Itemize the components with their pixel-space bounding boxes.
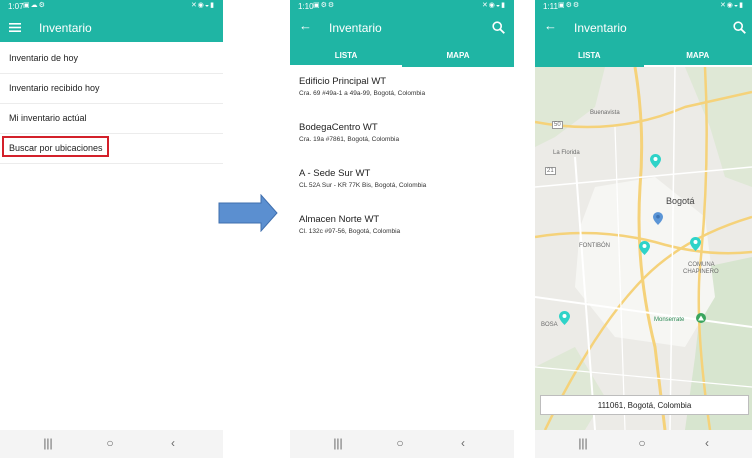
map-pin-icon[interactable] bbox=[690, 237, 701, 251]
location-name: A - Sede Sur WT bbox=[299, 168, 371, 179]
search-icon[interactable] bbox=[492, 21, 505, 34]
status-time: 1:11 bbox=[543, 2, 558, 11]
tab-indicator bbox=[290, 65, 402, 67]
highlight-box bbox=[2, 136, 109, 157]
page-title: Inventario bbox=[39, 21, 92, 35]
app-bar: ← Inventario bbox=[535, 13, 752, 42]
map-label-bogota: Bogotá bbox=[666, 196, 695, 206]
map-pin-icon[interactable] bbox=[639, 241, 650, 255]
map-label-bosa: BOSA bbox=[541, 322, 558, 328]
map-pin-icon[interactable] bbox=[559, 311, 570, 325]
tab-mapa[interactable]: MAPA bbox=[402, 42, 514, 67]
address-bar[interactable]: 111061, Bogotá, Colombia bbox=[540, 395, 749, 415]
notification-icons: ▣⚙⚙ bbox=[313, 2, 336, 9]
tab-lista[interactable]: LISTA bbox=[290, 42, 402, 67]
page-title: Inventario bbox=[574, 21, 627, 35]
menu-item-label: Inventario de hoy bbox=[9, 53, 79, 63]
road-shield-50: 50 bbox=[552, 121, 563, 129]
map-view[interactable]: Buenavista La Florida Bogotá FONTIBÓN CO… bbox=[535, 67, 752, 430]
status-time: 1:07 bbox=[8, 2, 24, 11]
arrow-right-icon bbox=[218, 194, 278, 232]
location-item[interactable]: BodegaCentro WT Cra. 19a #7861, Bogotá, … bbox=[299, 122, 399, 143]
location-item[interactable]: A - Sede Sur WT CL 52A Sur - KR 77K Bis,… bbox=[299, 168, 426, 189]
map-label-buenavista: Buenavista bbox=[590, 110, 620, 116]
system-status-icons: ✕◉◒▮ bbox=[719, 2, 744, 9]
map-label-monserrate: Monserrate bbox=[654, 317, 685, 323]
system-status-icons: ✕◉◒▮ bbox=[481, 2, 506, 9]
location-name: Almacen Norte WT bbox=[299, 214, 380, 225]
home-icon[interactable]: ○ bbox=[390, 436, 410, 450]
page-title: Inventario bbox=[329, 21, 382, 35]
back-icon[interactable]: ‹ bbox=[697, 436, 717, 450]
app-bar: ← Inventario bbox=[290, 13, 514, 42]
menu-item-label: Mi inventario actúal bbox=[9, 113, 87, 123]
back-arrow-icon[interactable]: ← bbox=[299, 18, 312, 33]
nav-bar: ||| ○ ‹ bbox=[0, 430, 223, 458]
nav-bar: ||| ○ ‹ bbox=[290, 430, 514, 458]
notification-icons: ▣⚙⚙ bbox=[558, 2, 581, 9]
road-shield-21: 21 bbox=[545, 167, 556, 175]
tab-bar: LISTA MAPA bbox=[290, 42, 514, 67]
tab-lista[interactable]: LISTA bbox=[535, 42, 644, 67]
menu-item-inventario-hoy[interactable]: Inventario de hoy bbox=[0, 43, 223, 74]
map-label-fontibon: FONTIBÓN bbox=[579, 243, 610, 249]
menu-item-mi-inventario[interactable]: Mi inventario actúal bbox=[0, 103, 223, 134]
screen-2: 1:10 ▣⚙⚙ ✕◉◒▮ ← Inventario LISTA MAPA Ed… bbox=[290, 0, 514, 458]
app-bar: Inventario bbox=[0, 13, 223, 42]
status-bar: 1:10 ▣⚙⚙ ✕◉◒▮ bbox=[290, 0, 514, 13]
back-icon[interactable]: ‹ bbox=[163, 436, 183, 450]
tab-mapa[interactable]: MAPA bbox=[644, 42, 752, 67]
back-arrow-icon[interactable]: ← bbox=[544, 18, 557, 33]
location-item[interactable]: Almacen Norte WT Cl. 132c #97-56, Bogotá… bbox=[299, 214, 400, 235]
status-bar: 1:11 ▣⚙⚙ ✕◉◒▮ bbox=[535, 0, 752, 13]
hamburger-menu-icon[interactable] bbox=[9, 23, 21, 32]
map-label-la-florida: La Florida bbox=[553, 150, 580, 156]
map-pin-icon[interactable] bbox=[650, 154, 661, 168]
current-location-pin-icon bbox=[653, 212, 663, 225]
location-name: Edificio Principal WT bbox=[299, 76, 387, 87]
system-status-icons: ✕◉◒▮ bbox=[190, 2, 215, 9]
search-icon[interactable] bbox=[733, 21, 746, 34]
status-time: 1:10 bbox=[298, 2, 314, 11]
notification-icons: ▣☁⚙ bbox=[23, 2, 46, 9]
nav-bar: ||| ○ ‹ bbox=[535, 430, 752, 458]
screen-3: 1:11 ▣⚙⚙ ✕◉◒▮ ← Inventario LISTA MAPA Bu… bbox=[535, 0, 752, 458]
home-icon[interactable]: ○ bbox=[100, 436, 120, 450]
map-label-chapinero: CHAPINERO bbox=[683, 269, 719, 275]
recent-apps-icon[interactable]: ||| bbox=[328, 436, 348, 450]
location-address: CL 52A Sur - KR 77K Bis, Bogotá, Colombi… bbox=[299, 182, 427, 189]
location-name: BodegaCentro WT bbox=[299, 122, 378, 133]
recent-apps-icon[interactable]: ||| bbox=[38, 436, 58, 450]
home-icon[interactable]: ○ bbox=[632, 436, 652, 450]
location-address: Cl. 132c #97-56, Bogotá, Colombia bbox=[299, 228, 401, 235]
menu-item-label: Inventario recibido hoy bbox=[9, 83, 100, 93]
status-bar: 1:07 ▣☁⚙ ✕◉◒▮ bbox=[0, 0, 223, 13]
location-address: Cra. 19a #7861, Bogotá, Colombia bbox=[299, 136, 400, 143]
back-icon[interactable]: ‹ bbox=[453, 436, 473, 450]
map-label-comuna: COMUNA bbox=[688, 262, 715, 268]
screen-1: 1:07 ▣☁⚙ ✕◉◒▮ Inventario Inventario de h… bbox=[0, 0, 223, 458]
mountain-landmark-icon bbox=[696, 313, 706, 323]
tab-bar: LISTA MAPA bbox=[535, 42, 752, 67]
location-item[interactable]: Edificio Principal WT Cra. 69 #49a-1 a 4… bbox=[299, 76, 425, 97]
recent-apps-icon[interactable]: ||| bbox=[573, 436, 593, 450]
menu-item-inventario-recibido[interactable]: Inventario recibido hoy bbox=[0, 73, 223, 104]
location-address: Cra. 69 #49a-1 a 49a-99, Bogotá, Colombi… bbox=[299, 90, 426, 97]
